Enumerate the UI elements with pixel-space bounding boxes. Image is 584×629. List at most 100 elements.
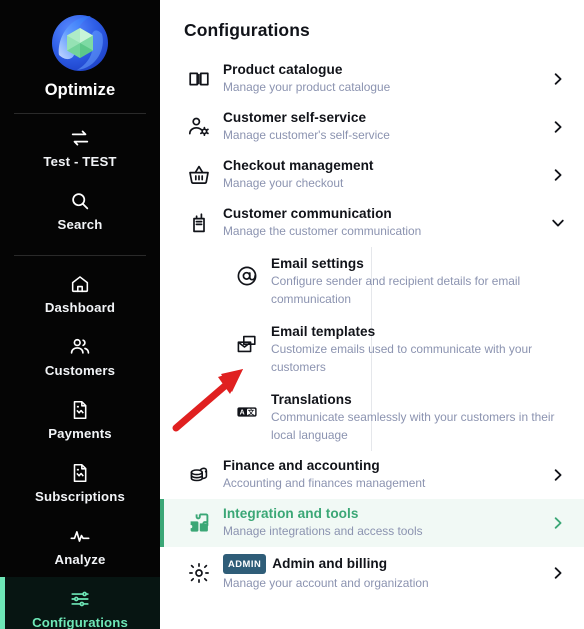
search-icon xyxy=(0,190,160,212)
sidebar: Optimize Test - TEST Search Dashboard Cu… xyxy=(0,0,160,629)
config-row-subtitle: Configure sender and recipient details f… xyxy=(271,274,521,306)
config-row-text: Email settings Configure sender and reci… xyxy=(271,254,566,308)
config-row-title: Product catalogue xyxy=(223,62,544,78)
config-row-admin-and-billing[interactable]: ADMIN Admin and billing Manage your acco… xyxy=(160,547,584,599)
config-row-email-templates[interactable]: Email templates Customize emails used to… xyxy=(160,315,584,383)
config-row-title-text: Customer communication xyxy=(223,206,392,221)
config-row-title: Email settings xyxy=(271,256,560,272)
config-row-title-text: Customer self-service xyxy=(223,110,367,125)
chevron-right-icon[interactable] xyxy=(550,565,566,581)
email-templates-icon xyxy=(232,329,262,359)
sidebar-top-group: Test - TEST Search xyxy=(0,114,160,242)
payments-document-icon xyxy=(0,399,160,421)
sidebar-item-label: Subscriptions xyxy=(35,489,125,504)
svg-text:文: 文 xyxy=(248,407,255,416)
sidebar-item-dashboard[interactable]: Dashboard xyxy=(0,262,160,325)
sidebar-item-search[interactable]: Search xyxy=(0,179,160,242)
customer-communication-children: Email settings Configure sender and reci… xyxy=(160,247,584,451)
config-row-finance-and-accounting[interactable]: Finance and accounting Accounting and fi… xyxy=(160,451,584,499)
config-row-text: Product catalogue Manage your product ca… xyxy=(223,62,550,96)
home-icon xyxy=(0,273,160,295)
sidebar-main-group: Dashboard Customers Payments Subscriptio… xyxy=(0,256,160,629)
config-row-email-settings[interactable]: Email settings Configure sender and reci… xyxy=(160,247,584,315)
brand-name: Optimize xyxy=(44,81,116,99)
config-row-checkout-management[interactable]: Checkout management Manage your checkout xyxy=(160,151,584,199)
config-row-title: ADMIN Admin and billing xyxy=(223,554,544,574)
config-row-text: Integration and tools Manage integration… xyxy=(223,506,550,540)
chevron-right-icon[interactable] xyxy=(550,119,566,135)
brand[interactable]: Optimize xyxy=(0,8,160,100)
config-row-text: Checkout management Manage your checkout xyxy=(223,158,550,192)
puzzle-icon xyxy=(184,508,214,538)
sidebar-item-test-test[interactable]: Test - TEST xyxy=(0,116,160,179)
config-row-title: Integration and tools xyxy=(223,506,544,522)
main-content: Configurations Product catalogue Manage … xyxy=(160,0,584,629)
sidebar-item-label: Configurations xyxy=(32,615,128,629)
page-title: Configurations xyxy=(184,20,310,40)
subscriptions-document-icon xyxy=(0,462,160,484)
chevron-right-icon[interactable] xyxy=(550,467,566,483)
sidebar-item-label: Analyze xyxy=(54,552,106,567)
sidebar-item-label: Search xyxy=(57,217,103,232)
config-row-title-text: Translations xyxy=(271,392,352,407)
config-row-subtitle: Manage the customer communication xyxy=(223,224,422,238)
sidebar-item-customers[interactable]: Customers xyxy=(0,325,160,388)
config-row-customer-communication[interactable]: Customer communication Manage the custom… xyxy=(160,199,584,247)
config-row-subtitle: Accounting and finances management xyxy=(223,476,426,490)
config-row-subtitle: Communicate seamlessly with your custome… xyxy=(271,410,555,442)
config-row-subtitle: Manage your product catalogue xyxy=(223,80,391,94)
optimize-logo-icon xyxy=(47,10,113,76)
sidebar-item-label: Dashboard xyxy=(44,300,116,315)
configurations-sliders-icon xyxy=(0,588,160,610)
config-row-subtitle: Manage customer's self-service xyxy=(223,128,390,142)
config-row-text: Email templates Customize emails used to… xyxy=(271,322,566,376)
config-row-title-text: Email templates xyxy=(271,324,376,339)
book-icon xyxy=(184,64,214,94)
config-row-translations[interactable]: A 文 Translations Communicate seamlessly … xyxy=(160,383,584,451)
translate-icon: A 文 xyxy=(232,397,262,427)
config-row-title: Finance and accounting xyxy=(223,458,544,474)
sidebar-item-analyze[interactable]: Analyze xyxy=(0,514,160,577)
sidebar-item-label: Payments xyxy=(48,426,112,441)
svg-text:A: A xyxy=(240,410,245,417)
sidebar-item-label: Customers xyxy=(44,363,116,378)
status-badge: ADMIN xyxy=(223,554,267,574)
config-row-title: Customer communication xyxy=(223,206,544,222)
config-row-subtitle: Customize emails used to communicate wit… xyxy=(271,342,533,374)
config-row-title: Customer self-service xyxy=(223,110,544,126)
config-row-text: Customer self-service Manage customer's … xyxy=(223,110,550,144)
config-row-text: Translations Communicate seamlessly with… xyxy=(271,390,566,444)
config-row-title-text: Integration and tools xyxy=(223,506,359,521)
config-row-subtitle: Manage your account and organization xyxy=(223,576,429,590)
config-row-subtitle: Manage your checkout xyxy=(223,176,344,190)
analyze-pulse-icon xyxy=(0,525,160,547)
chevron-right-icon[interactable] xyxy=(550,71,566,87)
config-row-title-text: Product catalogue xyxy=(223,62,343,77)
config-row-product-catalogue[interactable]: Product catalogue Manage your product ca… xyxy=(160,55,584,103)
sidebar-item-subscriptions[interactable]: Subscriptions xyxy=(0,451,160,514)
config-row-text: ADMIN Admin and billing Manage your acco… xyxy=(223,554,550,592)
basket-icon xyxy=(184,160,214,190)
config-row-title-text: Finance and accounting xyxy=(223,458,380,473)
user-gear-icon xyxy=(184,112,214,142)
gear-icon xyxy=(184,558,214,588)
config-row-integration-and-tools[interactable]: Integration and tools Manage integration… xyxy=(160,499,584,547)
sidebar-item-configurations[interactable]: Configurations xyxy=(0,577,160,629)
coins-stack-icon xyxy=(184,460,214,490)
config-row-title: Translations xyxy=(271,392,560,408)
sidebar-item-payments[interactable]: Payments xyxy=(0,388,160,451)
sidebar-item-label: Test - TEST xyxy=(43,154,117,169)
config-row-subtitle: Manage integrations and access tools xyxy=(223,524,423,538)
configurations-list: Product catalogue Manage your product ca… xyxy=(160,55,584,599)
chevron-right-icon[interactable] xyxy=(550,515,566,531)
app-window: Optimize Test - TEST Search Dashboard Cu… xyxy=(0,0,584,629)
config-row-title-text: Admin and billing xyxy=(272,556,388,571)
config-row-title: Email templates xyxy=(271,324,560,340)
config-row-text: Finance and accounting Accounting and fi… xyxy=(223,458,550,492)
at-sign-icon xyxy=(232,261,262,291)
config-row-title-text: Checkout management xyxy=(223,158,374,173)
config-row-text: Customer communication Manage the custom… xyxy=(223,206,550,240)
config-row-customer-self-service[interactable]: Customer self-service Manage customer's … xyxy=(160,103,584,151)
chevron-right-icon[interactable] xyxy=(550,167,566,183)
chevron-down-icon[interactable] xyxy=(550,215,566,231)
